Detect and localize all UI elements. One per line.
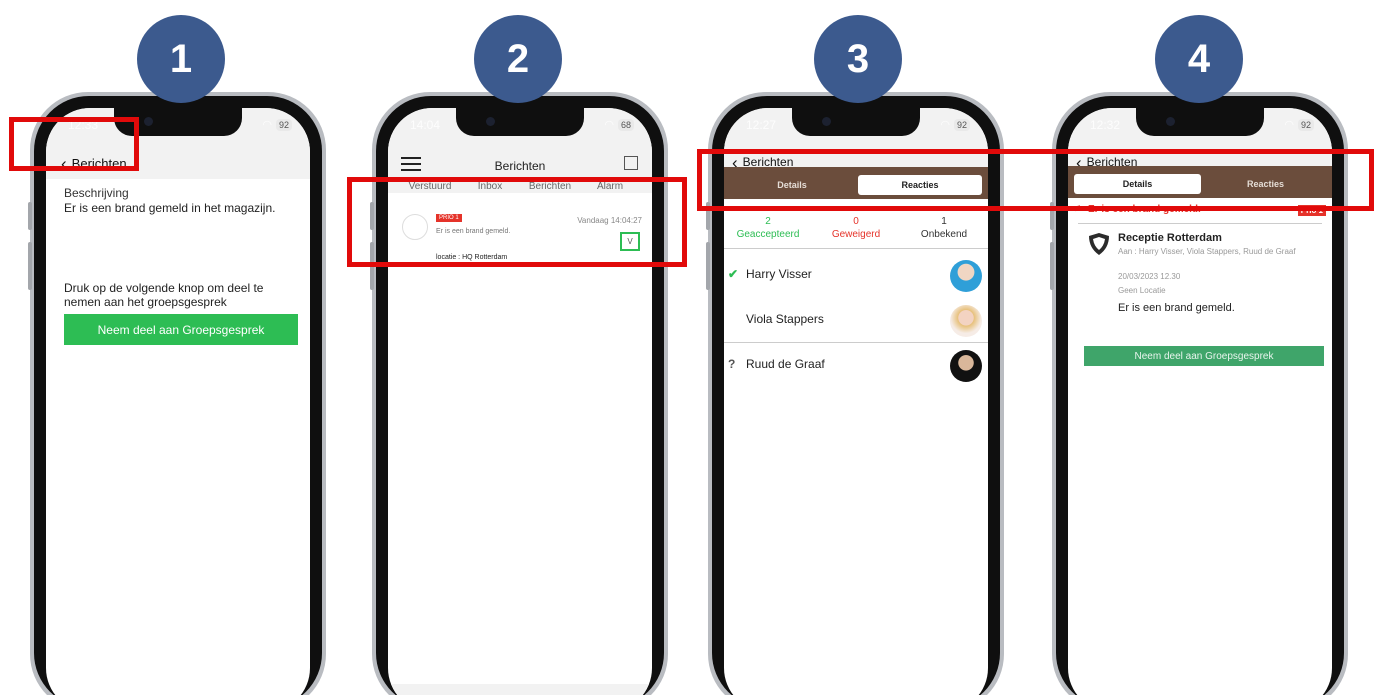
check-icon: ✔	[728, 267, 739, 281]
step-badge-2: 2	[474, 15, 562, 103]
instruction-sheet: 1 2 3 4 12:33 ◠ 92 ‹ Berichten Beschrijvi…	[0, 0, 1378, 695]
person-name: Ruud de Graaf	[746, 357, 825, 371]
join-group-chat-button[interactable]: Neem deel aan Groepsgesprek	[64, 314, 298, 345]
wifi-icon: ◠	[604, 119, 614, 131]
avatar	[950, 305, 982, 337]
battery-icon: 92	[953, 118, 970, 131]
step-badge-1: 1	[137, 15, 225, 103]
screen-1: 12:33 ◠ 92 ‹ Berichten Beschrijving Er is…	[46, 108, 310, 695]
battery-icon: 68	[617, 118, 634, 131]
message-body: Er is een brand gemeld.	[1118, 302, 1235, 314]
wifi-icon: ◠	[1284, 119, 1294, 131]
person-row[interactable]: ? Ruud de Graaf	[724, 345, 988, 389]
step-badge-4: 4	[1155, 15, 1243, 103]
status-time: 14:04	[410, 118, 441, 132]
highlight-tab-bars	[697, 149, 1374, 211]
message-date: 20/03/2023 12.30	[1118, 272, 1181, 281]
divider	[724, 342, 988, 343]
highlight-message-item	[347, 177, 687, 267]
count-declined: 0 Geweigerd	[831, 216, 881, 240]
battery-icon: 92	[275, 118, 292, 131]
response-counts: 2 Geaccepteerd 0 Geweigerd 1 Onbekend	[724, 216, 988, 240]
join-prompt: Druk op de volgende knop om deel te neme…	[64, 281, 264, 309]
person-row[interactable]: ✔ Harry Visser	[724, 255, 988, 299]
person-row[interactable]: Viola Stappers	[724, 300, 988, 344]
avatar	[950, 350, 982, 382]
wifi-icon: ◠	[940, 119, 950, 131]
count-unknown: 1 Onbekend	[920, 216, 968, 240]
wifi-icon: ◠	[262, 119, 272, 131]
person-name: Harry Visser	[746, 267, 812, 281]
compose-icon[interactable]	[624, 156, 638, 170]
divider	[1078, 223, 1322, 224]
description-label: Beschrijving	[64, 186, 129, 200]
footer-bar	[388, 684, 652, 695]
message-location: Geen Locatie	[1118, 286, 1166, 295]
count-accepted: 2 Geaccepteerd	[736, 216, 800, 240]
highlight-back-button	[9, 117, 139, 171]
phone-1: 12:33 ◠ 92 ‹ Berichten Beschrijving Er is…	[28, 92, 326, 695]
join-group-chat-button[interactable]: Neem deel aan Groepsgesprek	[1084, 346, 1324, 366]
page-title: Berichten	[494, 159, 546, 173]
status-time: 12:27	[746, 118, 777, 132]
question-icon: ?	[728, 357, 736, 371]
battery-icon: 92	[1297, 118, 1314, 131]
avatar	[950, 260, 982, 292]
sender-name: Receptie Rotterdam	[1118, 232, 1222, 244]
description-text: Er is een brand gemeld in het magazijn.	[64, 201, 276, 215]
recipients: Aan : Harry Visser, Viola Stappers, Ruud…	[1118, 247, 1296, 256]
divider	[724, 248, 988, 249]
person-name: Viola Stappers	[746, 312, 824, 326]
step-badge-3: 3	[814, 15, 902, 103]
status-time: 12:32	[1090, 118, 1121, 132]
shield-icon	[1089, 233, 1109, 255]
